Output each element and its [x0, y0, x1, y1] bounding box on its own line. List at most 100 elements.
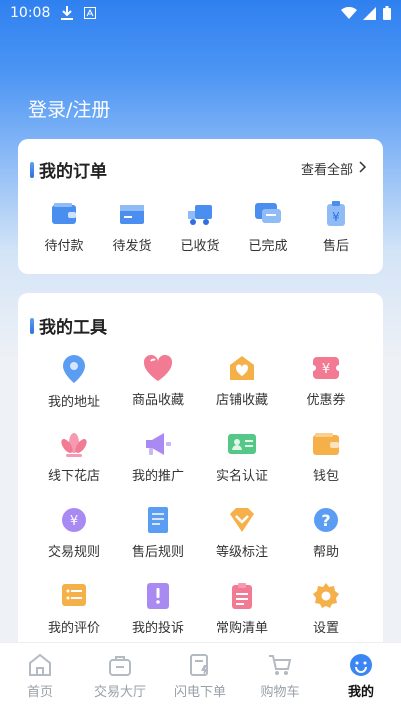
tool-label: 常购清单 [215, 621, 268, 636]
lotus-icon [34, 429, 114, 459]
title-accent-bar [30, 161, 34, 178]
id-card-icon [202, 429, 282, 459]
orders-title-text: 我的订单 [39, 162, 107, 182]
truck-icon [170, 199, 230, 229]
signal-icon [363, 6, 377, 24]
clipboard-icon [202, 581, 282, 611]
megaphone-icon [118, 429, 198, 459]
orders-title: 我的订单 [30, 157, 107, 182]
view-all-orders-link[interactable]: 查看全部 [301, 159, 367, 178]
after-sale-icon: ¥ [306, 199, 366, 229]
svg-text:?: ? [321, 511, 330, 530]
tool-label: 帮助 [312, 545, 339, 560]
tool-after-sale-rules[interactable]: 售后规则 [118, 505, 198, 560]
chat-icon [238, 199, 298, 229]
location-icon [34, 353, 114, 385]
chevron-right-icon [359, 160, 367, 177]
tool-label: 线下花店 [47, 469, 100, 484]
status-bar: 10:08 [0, 0, 401, 28]
battery-icon [383, 6, 391, 24]
tool-offline-flower-shop[interactable]: 线下花店 [34, 429, 114, 484]
order-item-label: 已完成 [248, 239, 288, 254]
order-received[interactable]: 已收货 [170, 199, 230, 254]
tab-home[interactable]: 首页 [0, 653, 80, 700]
tools-title: 我的工具 [30, 313, 107, 338]
tools-card: 我的工具 我的地址 商品收藏 店铺收藏 ¥ 优惠券 线下花店 我的推广 实名认证… [18, 293, 383, 653]
tool-label: 优惠券 [306, 393, 346, 408]
tool-label: 交易规则 [47, 545, 100, 560]
tool-label: 我的评价 [47, 621, 100, 636]
complaint-icon [118, 581, 198, 611]
tool-label: 售后规则 [131, 545, 184, 560]
svg-text:¥: ¥ [70, 514, 78, 529]
smile-icon [321, 653, 401, 677]
tools-title-text: 我的工具 [39, 318, 107, 338]
tool-my-complaints[interactable]: 我的投诉 [118, 581, 198, 636]
order-pending-payment[interactable]: 待付款 [34, 199, 94, 254]
tab-label: 首页 [26, 685, 53, 700]
svg-text:¥: ¥ [332, 210, 340, 224]
tool-settings[interactable]: 设置 [286, 581, 366, 636]
order-after-sale[interactable]: ¥ 售后 [306, 199, 366, 254]
tab-mine[interactable]: 我的 [321, 653, 401, 700]
document-icon [118, 505, 198, 535]
tool-my-address[interactable]: 我的地址 [34, 353, 114, 410]
order-pending-shipment[interactable]: 待发货 [102, 199, 162, 254]
login-register-link[interactable]: 登录/注册 [28, 95, 110, 122]
tool-label: 设置 [312, 621, 339, 636]
tab-label: 闪电下单 [173, 685, 226, 700]
tool-label: 商品收藏 [131, 393, 184, 408]
tool-frequent-purchase-list[interactable]: 常购清单 [202, 581, 282, 636]
tab-trading-hall[interactable]: 交易大厅 [80, 653, 160, 700]
svg-text:¥: ¥ [322, 362, 330, 377]
status-time: 10:08 [10, 5, 51, 21]
order-item-label: 已收货 [180, 239, 220, 254]
tab-label: 我的 [347, 685, 374, 700]
help-icon: ? [286, 505, 366, 535]
tool-label: 店铺收藏 [215, 393, 268, 408]
order-item-label: 售后 [322, 239, 349, 254]
home-icon [0, 653, 80, 677]
view-all-label: 查看全部 [300, 163, 353, 178]
tool-label: 我的推广 [131, 469, 184, 484]
tool-store-favorites[interactable]: 店铺收藏 [202, 353, 282, 408]
list-icon [34, 581, 114, 611]
order-item-label: 待付款 [44, 239, 84, 254]
yen-coin-icon: ¥ [34, 505, 114, 535]
tool-label: 我的投诉 [131, 621, 184, 636]
diamond-icon [202, 505, 282, 535]
bottom-tab-bar: 首页 交易大厅 闪电下单 购物车 我的 [0, 642, 401, 714]
tool-label: 实名认证 [215, 469, 268, 484]
tool-my-promotion[interactable]: 我的推广 [118, 429, 198, 484]
heart-icon [118, 353, 198, 383]
notification-icon [84, 7, 96, 23]
bag-icon [80, 653, 160, 677]
tool-product-favorites[interactable]: 商品收藏 [118, 353, 198, 408]
tool-label: 等级标注 [215, 545, 268, 560]
flash-order-icon [160, 653, 240, 677]
tool-wallet[interactable]: 钱包 [286, 429, 366, 484]
tool-coupons[interactable]: ¥ 优惠券 [286, 353, 366, 408]
package-icon [102, 199, 162, 229]
tool-real-name-verification[interactable]: 实名认证 [202, 429, 282, 484]
wallet-icon [286, 429, 366, 459]
tab-label: 交易大厅 [93, 685, 146, 700]
title-accent-bar [30, 317, 34, 334]
store-heart-icon [202, 353, 282, 383]
tool-label: 我的地址 [47, 395, 100, 410]
tab-flash-order[interactable]: 闪电下单 [160, 653, 240, 700]
wifi-icon [341, 6, 357, 23]
coupon-icon: ¥ [286, 353, 366, 383]
cart-icon [240, 653, 320, 677]
download-icon [60, 5, 74, 25]
tool-level-marking[interactable]: 等级标注 [202, 505, 282, 560]
wallet-icon [34, 199, 94, 229]
tab-cart[interactable]: 购物车 [240, 653, 320, 700]
tool-my-reviews[interactable]: 我的评价 [34, 581, 114, 636]
orders-card: 我的订单 查看全部 待付款 待发货 已收货 已完成 ¥ 售后 [18, 139, 383, 274]
tool-trading-rules[interactable]: ¥ 交易规则 [34, 505, 114, 560]
tab-label: 购物车 [260, 685, 300, 700]
order-item-label: 待发货 [112, 239, 152, 254]
order-completed[interactable]: 已完成 [238, 199, 298, 254]
tool-help[interactable]: ? 帮助 [286, 505, 366, 560]
